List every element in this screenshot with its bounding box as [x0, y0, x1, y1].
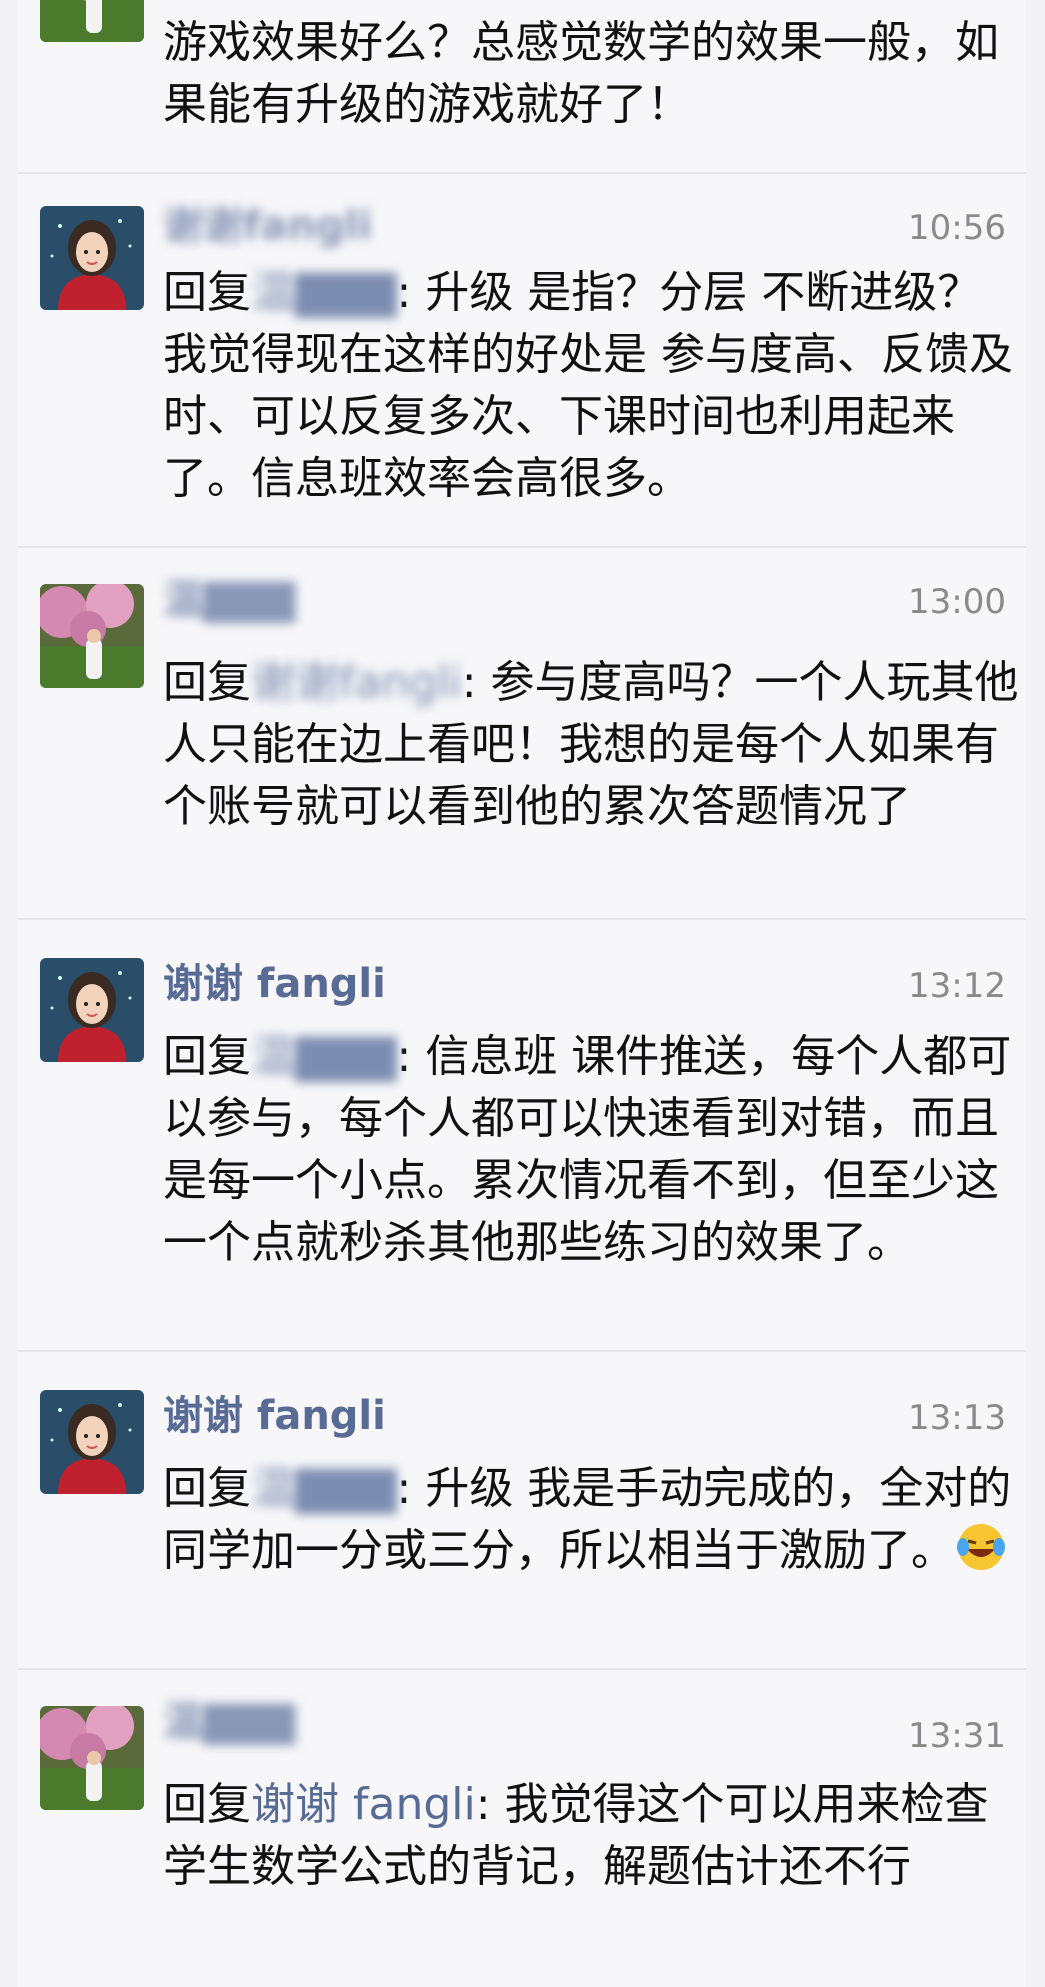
avatar[interactable] — [40, 958, 144, 1062]
reply-label: 回复 — [163, 1031, 251, 1082]
cartoon-woman-avatar-icon — [40, 1390, 144, 1494]
divider — [18, 1350, 1026, 1352]
garden-photo-avatar-icon — [40, 0, 144, 42]
reply-target-name[interactable]: 谢谢fangli — [251, 657, 462, 708]
laughing-crying-emoji-icon — [955, 1521, 1007, 1573]
comment-time: 10:56 — [908, 208, 1006, 248]
reply-target-name[interactable]: 温▇▇▇ — [251, 267, 397, 318]
cartoon-woman-avatar-icon — [40, 958, 144, 1062]
comment-time: 13:12 — [908, 966, 1006, 1006]
commenter-name[interactable]: 温▇▇▇ — [163, 1696, 295, 1748]
reply-label: 回复 — [163, 267, 251, 318]
comment-time: 13:00 — [908, 582, 1006, 622]
commenter-name[interactable]: 谢谢 fangli — [163, 1390, 386, 1442]
comment-text: 回复谢谢fangli: 参与度高吗？一个人玩其他人只能在边上看吧！我想的是每个人… — [163, 657, 1019, 832]
commenter-name[interactable]: 温▇▇▇ — [163, 574, 295, 626]
comment-text: 回复温▇▇▇: 升级 我是手动完成的，全对的同学加一分或三分，所以相当于激励了。 — [163, 1463, 1012, 1576]
reply-label: 回复 — [163, 1463, 251, 1514]
reply-target-name[interactable]: 谢谢 fangli — [251, 1779, 476, 1830]
avatar[interactable] — [40, 1706, 144, 1810]
commenter-name[interactable]: 谢谢fangli — [163, 200, 372, 252]
comment-time: 13:31 — [908, 1716, 1006, 1756]
comment-text: 回复谢谢 fangli: 我觉得这个可以用来检查学生数学公式的背记，解题估计还不… — [163, 1779, 989, 1892]
garden-photo-avatar-icon — [40, 1706, 144, 1810]
divider — [18, 172, 1026, 174]
divider — [18, 918, 1026, 920]
divider — [18, 546, 1026, 548]
comment-text: 回复温▇▇▇: 信息班 课件推送，每个人都可以参与，每个人都可以快速看到对错，而… — [163, 1031, 1012, 1268]
reply-target-name[interactable]: 温▇▇▇ — [251, 1463, 397, 1514]
avatar[interactable] — [40, 206, 144, 310]
divider — [18, 1668, 1026, 1670]
reply-label: 回复 — [163, 1779, 251, 1830]
avatar[interactable] — [40, 584, 144, 688]
comment-thread: 游戏效果好么？总感觉数学的效果一般，如果能有升级的游戏就好了！ 谢谢fangli… — [18, 0, 1026, 1987]
avatar[interactable] — [40, 1390, 144, 1494]
comment-text: 游戏效果好么？总感觉数学的效果一般，如果能有升级的游戏就好了！ — [163, 17, 999, 130]
reply-label: 回复 — [163, 657, 251, 708]
commenter-name[interactable]: 谢谢 fangli — [163, 958, 386, 1010]
garden-photo-avatar-icon — [40, 584, 144, 688]
avatar[interactable] — [40, 0, 144, 42]
page: 游戏效果好么？总感觉数学的效果一般，如果能有升级的游戏就好了！ 谢谢fangli… — [0, 0, 1045, 1987]
comment-time: 13:13 — [908, 1398, 1006, 1438]
comment-text: 回复温▇▇▇: 升级 是指？分层 不断进级？我觉得现在这样的好处是 参与度高、反… — [163, 267, 1013, 504]
reply-target-name[interactable]: 温▇▇▇ — [251, 1031, 397, 1082]
cartoon-woman-avatar-icon — [40, 206, 144, 310]
